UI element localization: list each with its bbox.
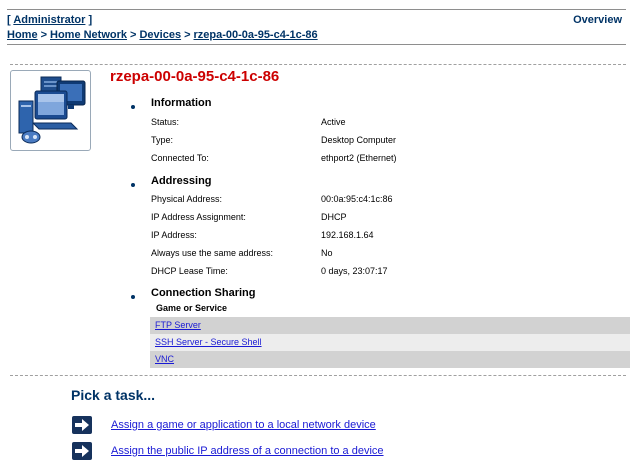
- overview-link[interactable]: Overview: [573, 14, 622, 26]
- connection-sharing-heading: Connection Sharing: [151, 287, 256, 299]
- desktop-computer-icon: [18, 76, 86, 144]
- connected-to-label: Connected To:: [151, 153, 209, 163]
- type-value: Desktop Computer: [321, 135, 397, 145]
- assign-public-ip-task-link[interactable]: Assign the public IP address of a connec…: [111, 445, 384, 457]
- ip-address-label: IP Address:: [151, 230, 197, 240]
- services-column-header: Game or Service: [150, 300, 630, 317]
- services-table: Game or Service FTP Server SSH Server - …: [150, 300, 630, 368]
- breadcrumb-devices[interactable]: Devices: [139, 29, 181, 41]
- bullet-icon: [131, 183, 135, 187]
- device-title: rzepa-00-0a-95-c4-1c-86: [110, 68, 280, 85]
- breadcrumb: Home > Home Network > Devices > rzepa-00-0a-95…: [7, 29, 318, 41]
- same-address-label: Always use the same address:: [151, 248, 274, 258]
- ssh-server-link[interactable]: SSH Server - Secure Shell: [155, 337, 262, 347]
- lease-time-value: 0 days, 23:07:17: [321, 266, 388, 276]
- lease-time-label: DHCP Lease Time:: [151, 266, 228, 276]
- information-heading: Information: [151, 97, 212, 109]
- ip-assignment-label: IP Address Assignment:: [151, 212, 246, 222]
- top-divider: [7, 9, 626, 10]
- pick-task-heading: Pick a task...: [71, 387, 156, 403]
- physical-address-label: Physical Address:: [151, 194, 223, 204]
- vnc-link[interactable]: VNC: [155, 354, 174, 364]
- ip-assignment-value: DHCP: [321, 212, 347, 222]
- connected-to-value: ethport2 (Ethernet): [321, 153, 397, 163]
- breadcrumb-separator: >: [184, 29, 191, 41]
- table-row: VNC: [150, 351, 630, 368]
- breadcrumb-divider: [7, 44, 626, 45]
- same-address-value: No: [321, 248, 333, 258]
- status-label: Status:: [151, 117, 180, 127]
- administrator-link[interactable]: Administrator: [13, 14, 85, 26]
- dashed-divider-top: [10, 64, 626, 65]
- ftp-server-link[interactable]: FTP Server: [155, 320, 201, 330]
- breadcrumb-current-device[interactable]: rzepa-00-0a-95-c4-1c-86: [194, 29, 318, 41]
- table-row: SSH Server - Secure Shell: [150, 334, 630, 351]
- breadcrumb-home[interactable]: Home: [7, 29, 38, 41]
- bullet-icon: [131, 295, 135, 299]
- right-arrow-icon[interactable]: [72, 416, 92, 434]
- device-icon-frame: [10, 70, 91, 151]
- right-arrow-icon[interactable]: [72, 442, 92, 460]
- bullet-icon: [131, 105, 135, 109]
- table-row: FTP Server: [150, 317, 630, 334]
- user-indicator: [ Administrator ]: [7, 14, 92, 26]
- breadcrumb-separator: >: [40, 29, 47, 41]
- dashed-divider-bottom: [10, 375, 626, 376]
- breadcrumb-separator: >: [130, 29, 137, 41]
- user-bracket-close: ]: [85, 14, 93, 26]
- ip-address-value: 192.168.1.64: [321, 230, 374, 240]
- assign-game-task-link[interactable]: Assign a game or application to a local …: [111, 419, 376, 431]
- physical-address-value: 00:0a:95:c4:1c:86: [321, 194, 393, 204]
- status-value: Active: [321, 117, 346, 127]
- type-label: Type:: [151, 135, 174, 145]
- breadcrumb-home-network[interactable]: Home Network: [50, 29, 127, 41]
- addressing-heading: Addressing: [151, 175, 212, 187]
